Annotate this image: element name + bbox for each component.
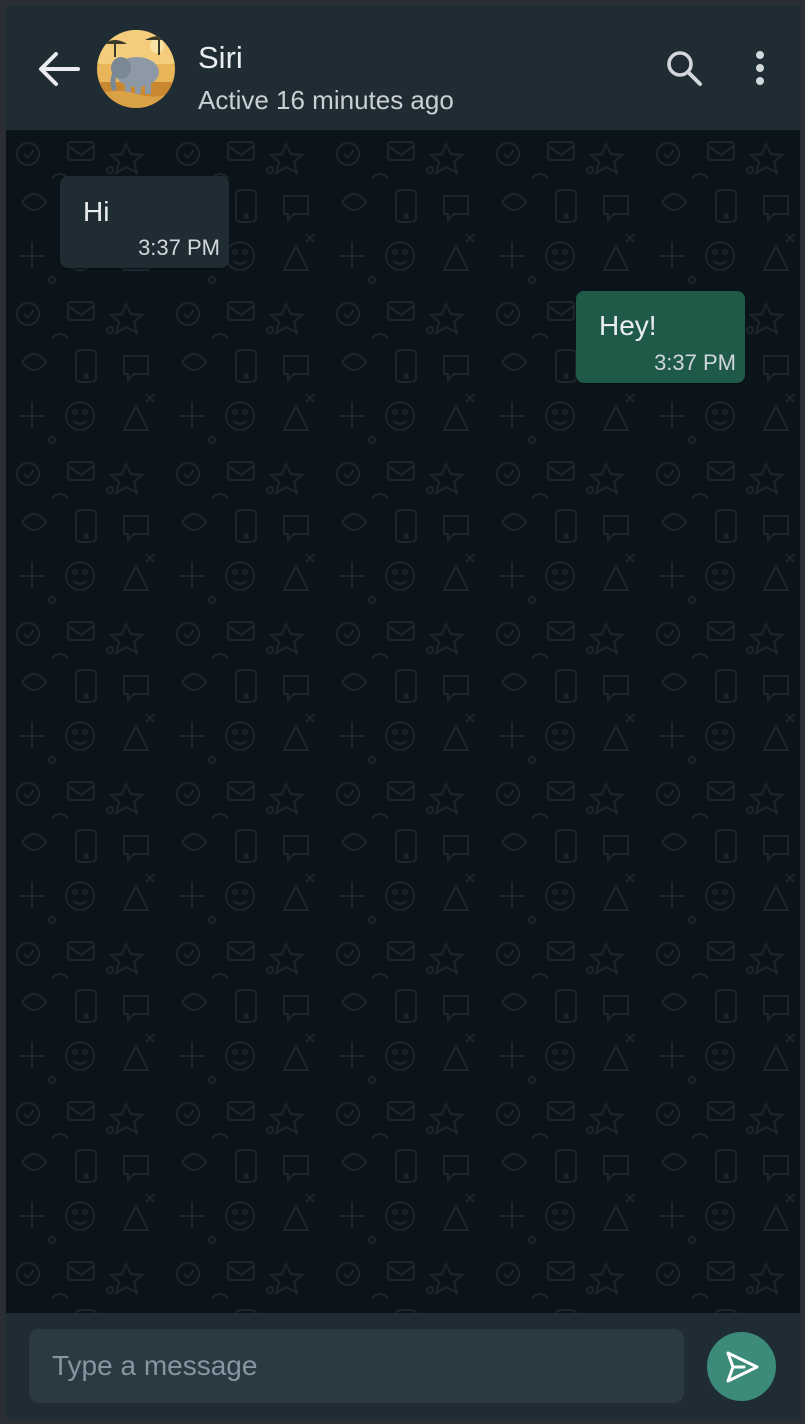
arrow-left-icon bbox=[39, 52, 80, 86]
search-button[interactable] bbox=[662, 46, 706, 90]
message-bubble-outgoing[interactable]: Hey! 3:37 PM bbox=[576, 291, 745, 383]
message-input[interactable] bbox=[29, 1329, 684, 1403]
message-input-wrapper bbox=[29, 1329, 684, 1403]
chat-window: Siri Active 16 minutes ago Hi 3:37 PM He… bbox=[6, 6, 800, 1419]
send-button[interactable] bbox=[707, 1332, 776, 1401]
avatar-image bbox=[97, 30, 175, 108]
more-options-button[interactable] bbox=[744, 46, 776, 90]
message-time: 3:37 PM bbox=[654, 350, 736, 375]
message-list[interactable]: Hi 3:37 PM Hey! 3:37 PM bbox=[6, 130, 800, 1313]
message-text: Hey! bbox=[599, 310, 657, 341]
avatar[interactable] bbox=[97, 30, 175, 108]
message-bubble-incoming[interactable]: Hi 3:37 PM bbox=[60, 176, 229, 268]
chat-header: Siri Active 16 minutes ago bbox=[6, 6, 800, 130]
message-text: Hi bbox=[83, 196, 110, 227]
message-time: 3:37 PM bbox=[138, 235, 220, 260]
search-icon bbox=[667, 51, 702, 86]
more-vertical-icon bbox=[756, 51, 764, 85]
composer-bar bbox=[6, 1313, 800, 1419]
back-button[interactable] bbox=[34, 44, 84, 94]
send-icon bbox=[726, 1351, 758, 1382]
contact-name[interactable]: Siri bbox=[198, 40, 243, 76]
contact-status: Active 16 minutes ago bbox=[198, 85, 454, 115]
